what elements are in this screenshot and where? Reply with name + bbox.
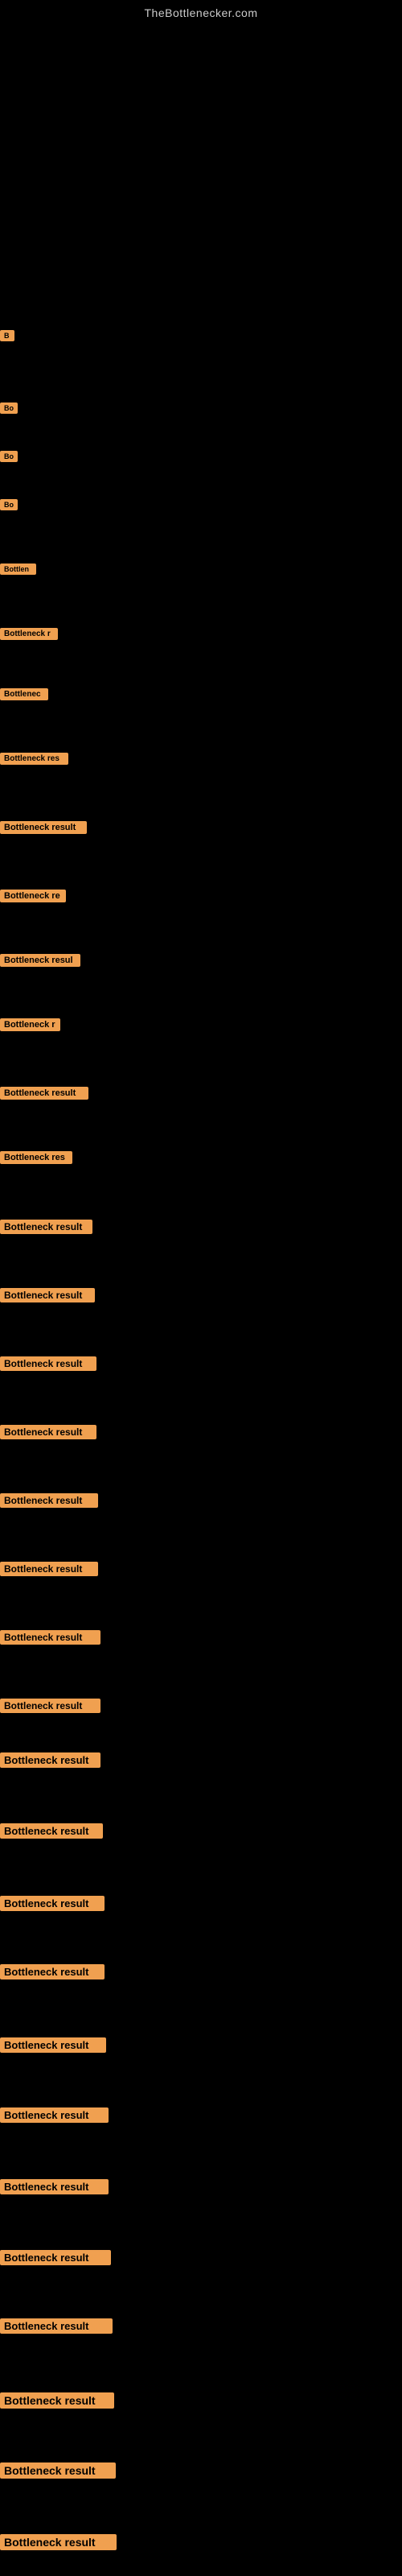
result-row-30: Bottleneck result: [0, 2250, 111, 2269]
bottleneck-result-label: Bottleneck result: [0, 1823, 103, 1839]
result-row-9: Bottleneck result: [0, 821, 87, 838]
result-row-1: B: [0, 330, 14, 345]
result-row-16: Bottleneck result: [0, 1288, 95, 1307]
bottleneck-result-label: Bottleneck result: [0, 1425, 96, 1439]
result-row-26: Bottleneck result: [0, 1964, 105, 1984]
result-row-27: Bottleneck result: [0, 2037, 106, 2057]
bottleneck-result-label: Bottleneck result: [0, 2392, 114, 2409]
result-row-21: Bottleneck result: [0, 1630, 100, 1649]
bottleneck-result-label: Bottleneck result: [0, 2179, 109, 2194]
result-row-31: Bottleneck result: [0, 2318, 113, 2338]
result-row-15: Bottleneck result: [0, 1220, 92, 1238]
result-row-14: Bottleneck res: [0, 1151, 72, 1168]
bottleneck-result-label: Bo: [0, 499, 18, 510]
result-row-23: Bottleneck result: [0, 1752, 100, 1772]
bottleneck-result-label: Bottlen: [0, 564, 36, 575]
result-row-6: Bottleneck r: [0, 628, 58, 644]
result-row-10: Bottleneck re: [0, 890, 66, 906]
bottleneck-result-label: Bottleneck result: [0, 1752, 100, 1768]
bottleneck-result-label: Bottleneck result: [0, 2107, 109, 2123]
bottleneck-result-label: Bottleneck result: [0, 1699, 100, 1713]
result-row-13: Bottleneck result: [0, 1087, 88, 1104]
bottleneck-result-label: Bottleneck result: [0, 1562, 98, 1576]
result-row-17: Bottleneck result: [0, 1356, 96, 1375]
bottleneck-result-label: Bottleneck result: [0, 1964, 105, 1979]
bottleneck-result-label: Bottleneck result: [0, 2318, 113, 2334]
result-row-2: Bo: [0, 402, 18, 418]
bottleneck-result-label: Bottleneck res: [0, 1151, 72, 1164]
result-row-18: Bottleneck result: [0, 1425, 96, 1443]
bottleneck-result-label: Bottlenec: [0, 688, 48, 700]
bottleneck-result-label: B: [0, 330, 14, 341]
bottleneck-result-label: Bottleneck r: [0, 628, 58, 640]
result-row-33: Bottleneck result: [0, 2462, 116, 2483]
bottleneck-result-label: Bottleneck result: [0, 1493, 98, 1508]
bottleneck-result-label: Bottleneck result: [0, 1220, 92, 1234]
result-row-20: Bottleneck result: [0, 1562, 98, 1580]
bottleneck-result-label: Bottleneck resul: [0, 954, 80, 967]
bottleneck-result-label: Bottleneck result: [0, 1896, 105, 1911]
result-row-34: Bottleneck result: [0, 2534, 117, 2554]
result-row-32: Bottleneck result: [0, 2392, 114, 2413]
result-row-12: Bottleneck r: [0, 1018, 60, 1035]
result-row-25: Bottleneck result: [0, 1896, 105, 1915]
result-row-8: Bottleneck res: [0, 753, 68, 769]
bottleneck-result-label: Bottleneck result: [0, 1288, 95, 1302]
bottleneck-result-label: Bottleneck result: [0, 2462, 116, 2479]
result-row-24: Bottleneck result: [0, 1823, 103, 1843]
site-title: TheBottlenecker.com: [0, 0, 402, 23]
bottleneck-result-label: Bo: [0, 451, 18, 462]
result-row-29: Bottleneck result: [0, 2179, 109, 2198]
bottleneck-result-label: Bottleneck result: [0, 1356, 96, 1371]
bottleneck-result-label: Bottleneck res: [0, 753, 68, 765]
result-row-3: Bo: [0, 451, 18, 466]
bottleneck-result-label: Bottleneck result: [0, 2250, 111, 2265]
bottleneck-result-label: Bottleneck result: [0, 2534, 117, 2550]
bottleneck-result-label: Bottleneck result: [0, 1087, 88, 1100]
bottleneck-result-label: Bottleneck r: [0, 1018, 60, 1031]
result-row-11: Bottleneck resul: [0, 954, 80, 971]
result-row-7: Bottlenec: [0, 688, 48, 704]
bottleneck-result-label: Bottleneck result: [0, 821, 87, 834]
bottleneck-result-label: Bottleneck re: [0, 890, 66, 902]
result-row-28: Bottleneck result: [0, 2107, 109, 2127]
result-row-4: Bo: [0, 499, 18, 514]
bottleneck-result-label: Bo: [0, 402, 18, 414]
bottleneck-result-label: Bottleneck result: [0, 2037, 106, 2053]
bottleneck-result-label: Bottleneck result: [0, 1630, 100, 1645]
result-row-19: Bottleneck result: [0, 1493, 98, 1512]
result-row-22: Bottleneck result: [0, 1699, 100, 1717]
result-row-5: Bottlen: [0, 564, 36, 579]
